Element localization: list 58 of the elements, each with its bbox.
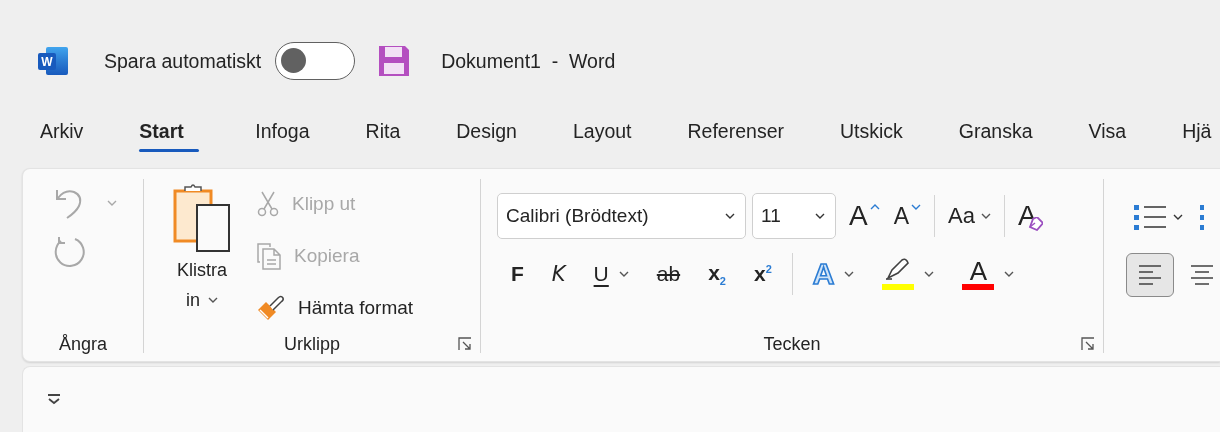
ribbon-tab[interactable]: Arkiv: [40, 114, 84, 160]
scissors-icon: [256, 191, 280, 217]
save-button[interactable]: [377, 44, 412, 78]
caret-icon: [1173, 214, 1183, 220]
superscript-button[interactable]: x$^{2}$: [739, 253, 786, 295]
caret-icon: [107, 200, 117, 206]
bold-button[interactable]: F: [497, 253, 538, 295]
bullet-list-icon: [1133, 203, 1167, 231]
ribbon-tab[interactable]: Layout: [572, 114, 632, 160]
format-painter-button[interactable]: Hämta format: [256, 289, 414, 327]
caret-icon: [924, 271, 935, 277]
font-size-dropdown[interactable]: 11: [752, 193, 836, 239]
subscript-button[interactable]: x$_{2}$: [694, 253, 740, 295]
align-left-button[interactable]: [1126, 253, 1174, 297]
group-label: Ångra: [58, 333, 107, 355]
strikethrough-button[interactable]: ab: [642, 253, 695, 295]
dialog-launcher-icon[interactable]: [458, 337, 472, 351]
numbered-list-icon[interactable]: [1198, 203, 1206, 231]
clipboard-icon: [173, 183, 231, 253]
caret-down-icon: [911, 204, 922, 210]
autosave-label: Spara automatiskt: [104, 49, 262, 73]
ribbon-tab[interactable]: Infoga: [255, 114, 310, 160]
caret-up-icon: [869, 204, 880, 210]
caret-icon: [618, 271, 629, 277]
window-title: Dokument1 - Word: [441, 49, 616, 73]
caret-icon: [815, 213, 825, 219]
expand-ribbon-button[interactable]: [47, 393, 61, 405]
ribbon-tab[interactable]: Design: [456, 114, 517, 160]
ribbon-tab[interactable]: Start: [139, 114, 200, 160]
ribbon-tab[interactable]: Visa: [1088, 114, 1127, 160]
ribbon-tab[interactable]: Utskick: [840, 114, 903, 160]
caret-icon: [208, 297, 218, 303]
group-label: Tecken: [763, 333, 821, 355]
paintbrush-icon: [256, 294, 286, 322]
shrink-font-button[interactable]: A: [886, 196, 929, 236]
align-center-icon: [1189, 263, 1215, 287]
copy-icon: [256, 242, 282, 270]
caret-icon: [980, 213, 991, 219]
change-case-button[interactable]: Aa: [941, 196, 998, 236]
font-name-dropdown[interactable]: Calibri (Brödtext): [497, 193, 746, 239]
dialog-launcher-icon[interactable]: [1081, 337, 1095, 351]
italic-button[interactable]: K: [537, 253, 580, 295]
caret-icon: [1004, 271, 1015, 277]
caret-icon: [725, 213, 735, 219]
autosave-toggle[interactable]: [275, 42, 356, 80]
font-color-button[interactable]: A: [948, 253, 1029, 295]
align-left-icon: [1137, 263, 1163, 287]
ribbon-tab[interactable]: Hjä: [1182, 114, 1212, 160]
grow-font-button[interactable]: A: [842, 196, 887, 236]
save-icon: [377, 44, 412, 78]
paste-button[interactable]: Klistra in: [162, 183, 242, 327]
group-label: Urklipp: [284, 333, 340, 355]
chevron-down-icon: [47, 393, 61, 405]
caret-icon: [844, 271, 855, 277]
underline-button[interactable]: U: [579, 253, 643, 295]
ribbon-tab[interactable]: Granska: [958, 114, 1033, 160]
ribbon-tab[interactable]: Rita: [365, 114, 401, 160]
ribbon-tab[interactable]: Referenser: [687, 114, 784, 160]
